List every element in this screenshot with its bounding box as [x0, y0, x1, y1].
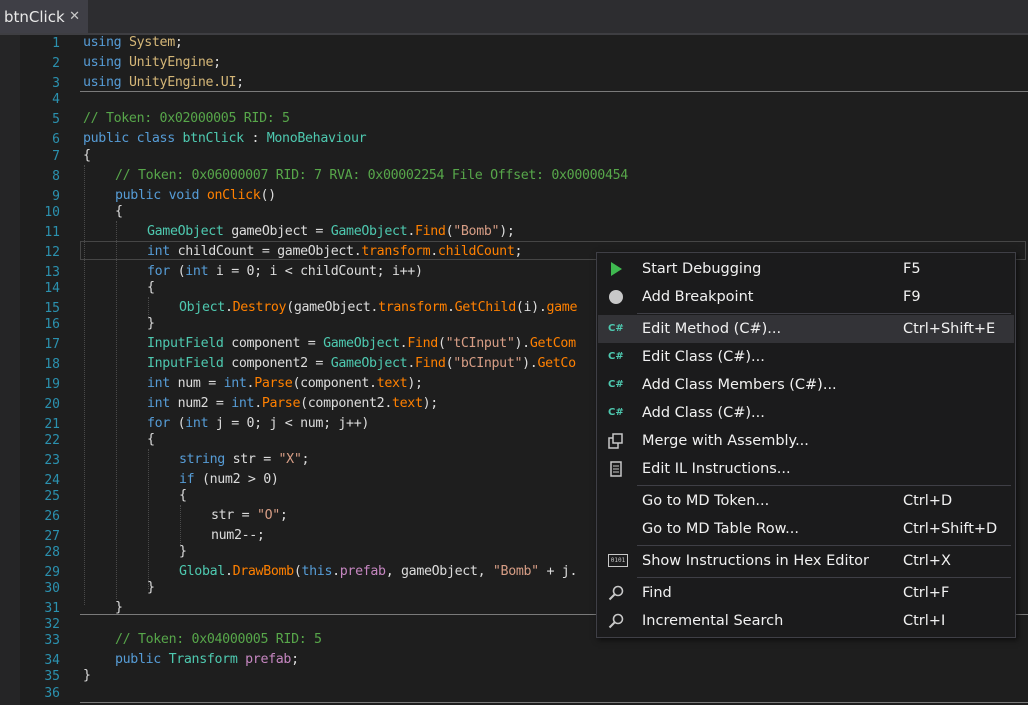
- merge-icon: [608, 433, 624, 449]
- line-number: 30: [44, 581, 60, 596]
- code-line-3: using UnityEngine.UI;: [83, 75, 244, 90]
- indent-guide: [148, 449, 150, 589]
- line-number: 36: [44, 686, 60, 701]
- code-line-5: // Token: 0x02000005 RID: 5: [83, 111, 290, 126]
- code-line-10: {: [115, 204, 123, 219]
- code-line-28: }: [179, 544, 187, 559]
- close-icon[interactable]: ✕: [69, 9, 80, 24]
- breakpoint-icon: [608, 289, 624, 305]
- code-line-11: GameObject gameObject = GameObject.Find(…: [147, 224, 515, 239]
- line-number: 19: [44, 377, 60, 392]
- tab-label: btnClick: [4, 7, 65, 26]
- line-number: 26: [44, 509, 60, 524]
- csharp-icon: C#: [608, 323, 624, 334]
- tab-bar: btnClick ✕: [0, 0, 1028, 35]
- code-line-7: {: [83, 148, 91, 163]
- menu-separator: [637, 577, 1011, 578]
- code-line-6: public class btnClick : MonoBehaviour: [83, 131, 367, 146]
- menu-item-edit-class[interactable]: C# Edit Class (C#)...: [598, 343, 1014, 371]
- csharp-icon: C#: [608, 379, 624, 390]
- line-number: 25: [44, 489, 60, 504]
- line-number: 18: [44, 357, 60, 372]
- code-line-29: Global.DrawBomb(this.prefab, gameObject,…: [179, 564, 578, 579]
- line-number: 35: [44, 669, 60, 684]
- line-number: 33: [44, 633, 60, 648]
- play-icon: [608, 261, 624, 277]
- line-number: 4: [52, 92, 60, 107]
- menu-item-add-class[interactable]: C# Add Class (C#)...: [598, 399, 1014, 427]
- line-number: 2: [52, 56, 60, 71]
- code-line-24: if (num2 > 0): [179, 472, 279, 487]
- code-line-8: // Token: 0x06000007 RID: 7 RVA: 0x00002…: [115, 168, 628, 183]
- line-number: 1: [52, 36, 60, 51]
- menu-item-add-breakpoint[interactable]: Add Breakpoint F9: [598, 283, 1014, 311]
- code-line-1: using System;: [83, 35, 183, 50]
- code-line-17: InputField component = GameObject.Find("…: [147, 336, 576, 351]
- code-line-30: }: [147, 580, 155, 595]
- menu-separator: [637, 485, 1011, 486]
- code-line-18: InputField component2 = GameObject.Find(…: [147, 356, 576, 371]
- menu-item-go-to-md-table-row[interactable]: Go to MD Table Row... Ctrl+Shift+D: [598, 515, 1014, 543]
- line-number: 16: [44, 317, 60, 332]
- indent-guide: [84, 165, 86, 605]
- code-line-9: public void onClick(): [115, 188, 276, 203]
- line-number: 11: [44, 225, 60, 240]
- code-line-23: string str = "X";: [179, 452, 310, 467]
- code-line-21: for (int j = 0; j < num; j++): [147, 416, 370, 431]
- line-number: 6: [52, 132, 60, 147]
- menu-item-find[interactable]: Find Ctrl+F: [598, 579, 1014, 607]
- code-line-33: // Token: 0x04000005 RID: 5: [115, 632, 322, 647]
- code-line-19: int num = int.Parse(component.text);: [147, 376, 423, 391]
- line-number: 28: [44, 545, 60, 560]
- code-line-14: {: [147, 280, 155, 295]
- section-separator: [80, 702, 1028, 703]
- menu-item-edit-il-instructions[interactable]: Edit IL Instructions...: [598, 455, 1014, 483]
- menu-item-merge-with-assembly[interactable]: Merge with Assembly...: [598, 427, 1014, 455]
- search-icon: [608, 585, 624, 601]
- document-icon: [608, 461, 624, 477]
- menu-separator: [637, 545, 1011, 546]
- menu-item-incremental-search[interactable]: Incremental Search Ctrl+I: [598, 607, 1014, 635]
- line-number: 12: [44, 245, 60, 260]
- line-number: 7: [52, 149, 60, 164]
- indent-guide: [180, 505, 182, 547]
- code-line-2: using UnityEngine;: [83, 55, 221, 70]
- hex-editor-icon: 0101: [608, 554, 628, 567]
- line-number: 5: [52, 112, 60, 127]
- menu-item-show-instructions-hex[interactable]: 0101 Show Instructions in Hex Editor Ctr…: [598, 547, 1014, 575]
- line-number: 20: [44, 397, 60, 412]
- code-line-25: {: [179, 488, 187, 503]
- line-number: 22: [44, 433, 60, 448]
- indent-guide: [116, 221, 118, 599]
- menu-item-add-class-members[interactable]: C# Add Class Members (C#)...: [598, 371, 1014, 399]
- menu-item-edit-method[interactable]: C# Edit Method (C#)... Ctrl+Shift+E: [598, 315, 1014, 343]
- code-line-26: str = "O";: [211, 508, 288, 523]
- code-line-12: int childCount = gameObject.transform.ch…: [147, 244, 523, 259]
- line-number: 23: [44, 453, 60, 468]
- code-line-16: }: [147, 316, 155, 331]
- code-line-22: {: [147, 432, 155, 447]
- code-line-34: public Transform prefab;: [115, 652, 299, 667]
- menu-item-go-to-md-token[interactable]: Go to MD Token... Ctrl+D: [598, 487, 1014, 515]
- context-menu: Start Debugging F5 Add Breakpoint F9 C# …: [596, 252, 1016, 638]
- line-number: 10: [44, 205, 60, 220]
- menu-separator: [637, 313, 1011, 314]
- code-line-27: num2--;: [211, 528, 265, 543]
- csharp-icon: C#: [608, 407, 624, 418]
- code-line-15: Object.Destroy(gameObject.transform.GetC…: [179, 300, 578, 315]
- code-line-20: int num2 = int.Parse(component2.text);: [147, 396, 438, 411]
- menu-item-start-debugging[interactable]: Start Debugging F5: [598, 255, 1014, 283]
- search-icon: [608, 613, 624, 629]
- line-number: 8: [52, 169, 60, 184]
- code-line-35: }: [83, 668, 91, 683]
- line-number: 17: [44, 337, 60, 352]
- code-line-13: for (int i = 0; i < childCount; i++): [147, 264, 423, 279]
- code-line-31: }: [115, 600, 123, 615]
- tab-btnclick[interactable]: btnClick ✕: [0, 0, 88, 33]
- csharp-icon: C#: [608, 351, 624, 362]
- glyph-margin[interactable]: [0, 35, 20, 705]
- line-number: 14: [44, 281, 60, 296]
